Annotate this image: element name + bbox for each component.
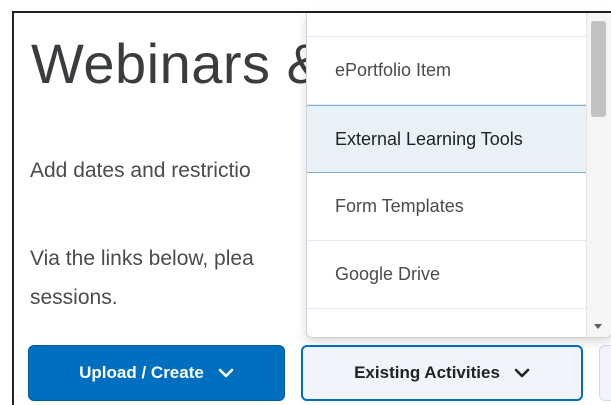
- description-text: Add dates and restrictio: [30, 159, 251, 182]
- existing-activities-label: Existing Activities: [354, 363, 500, 382]
- menu-item-partial-top[interactable]: [307, 13, 586, 37]
- menu-item-label: Form Templates: [335, 196, 464, 216]
- menu-item-label: Google Drive: [335, 264, 441, 284]
- partial-button[interactable]: [599, 345, 611, 401]
- description-paragraph: Add dates and restrictio: [30, 151, 251, 190]
- existing-activities-button[interactable]: Existing Activities: [301, 345, 583, 401]
- scrollbar-thumb[interactable]: [591, 21, 606, 117]
- menu-item-external-learning-tools[interactable]: External Learning Tools: [307, 105, 586, 173]
- menu-item-label: External Learning Tools: [335, 128, 523, 149]
- scroll-down-arrow-icon[interactable]: [594, 324, 602, 329]
- upload-create-label: Upload / Create: [79, 363, 204, 382]
- page-title: Webinars &: [31, 32, 325, 95]
- menu-item-partial-bottom[interactable]: [307, 309, 586, 337]
- dropdown-scrollbar[interactable]: [586, 13, 611, 337]
- upload-create-button[interactable]: Upload / Create: [28, 345, 285, 401]
- content-panel: Webinars & Add dates and restrictio Via …: [12, 11, 611, 405]
- chevron-down-icon: [218, 368, 234, 378]
- menu-item-form-templates[interactable]: Form Templates: [307, 173, 586, 241]
- menu-item-label: ePortfolio Item: [335, 60, 452, 80]
- instructions-line-2: sessions.: [30, 286, 118, 309]
- menu-item-eportfolio-item[interactable]: ePortfolio Item: [307, 37, 586, 105]
- menu-item-google-drive[interactable]: Google Drive: [307, 241, 586, 309]
- chevron-down-icon: [514, 368, 530, 378]
- existing-activities-dropdown: ePortfolio Item External Learning Tools …: [306, 13, 611, 338]
- instructions-line-1: Via the links below, plea: [30, 247, 254, 270]
- instructions-paragraph: Via the links below, plea sessions.: [30, 239, 254, 317]
